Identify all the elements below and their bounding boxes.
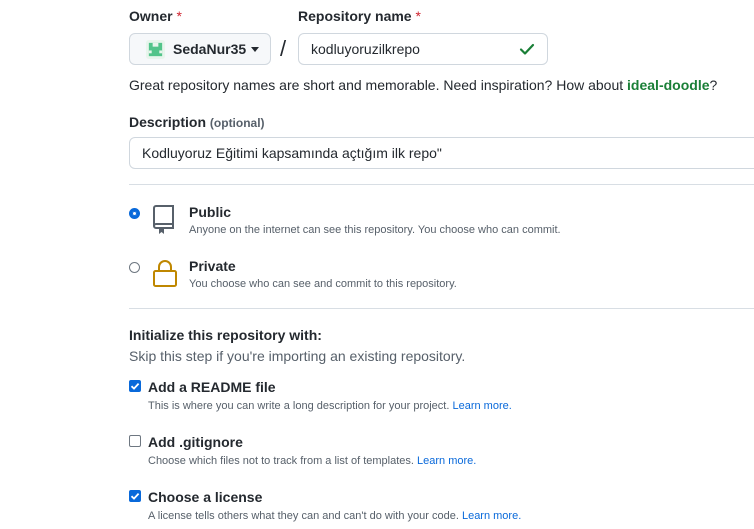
- private-radio[interactable]: [129, 262, 140, 273]
- license-checkbox[interactable]: [129, 490, 141, 502]
- gitignore-desc: Choose which files not to track from a l…: [148, 455, 476, 467]
- init-subtitle: Skip this step if you're importing an ex…: [129, 348, 466, 364]
- repo-name-value: kodluyoruzilkrepo: [311, 41, 420, 57]
- name-hint-end: ?: [709, 77, 718, 93]
- init-title: Initialize this repository with:: [129, 327, 322, 343]
- readme-checkbox[interactable]: [129, 380, 141, 392]
- public-radio[interactable]: [129, 208, 140, 219]
- owner-label: Owner *: [129, 8, 182, 24]
- lock-icon: [153, 260, 177, 287]
- gitignore-checkbox[interactable]: [129, 435, 141, 447]
- name-suggestion-link[interactable]: ideal-doodle: [627, 77, 709, 93]
- readme-desc: This is where you can write a long descr…: [148, 400, 512, 412]
- check-icon: [519, 43, 535, 55]
- name-hint: Great repository names are short and mem…: [129, 77, 717, 93]
- optional-tag: (optional): [209, 116, 265, 130]
- private-title: Private: [189, 258, 236, 274]
- divider: [129, 184, 754, 185]
- repo-name-label-text: Repository name: [298, 8, 412, 24]
- public-desc: Anyone on the internet can see this repo…: [189, 224, 561, 236]
- name-hint-text: Great repository names are short and mem…: [129, 77, 628, 93]
- readme-desc-text: This is where you can write a long descr…: [148, 400, 450, 412]
- avatar: [146, 39, 165, 59]
- license-learn-more-link[interactable]: Learn more.: [462, 510, 521, 522]
- owner-repo-separator: /: [280, 36, 287, 61]
- gitignore-desc-text: Choose which files not to track from a l…: [148, 455, 414, 467]
- check-icon: [130, 492, 140, 500]
- owner-name: SedaNur35: [173, 41, 247, 57]
- check-icon: [130, 382, 140, 390]
- repo-name-label: Repository name *: [298, 8, 421, 24]
- chevron-down-icon: [251, 46, 260, 52]
- description-input[interactable]: Kodluyoruz Eğitimi kapsamında açtığım il…: [129, 137, 754, 169]
- owner-select[interactable]: SedaNur35: [129, 33, 271, 65]
- owner-required-mark: *: [176, 8, 182, 24]
- gitignore-title: Add .gitignore: [148, 434, 243, 450]
- private-desc: You choose who can see and commit to thi…: [189, 278, 457, 290]
- license-desc-text: A license tells others what they can and…: [148, 510, 459, 522]
- description-label-text: Description: [129, 114, 207, 130]
- repo-name-required-mark: *: [415, 8, 421, 24]
- repo-icon: [153, 205, 174, 234]
- repo-name-input[interactable]: kodluyoruzilkrepo: [298, 33, 548, 65]
- readme-learn-more-link[interactable]: Learn more.: [452, 400, 511, 412]
- public-title: Public: [189, 204, 232, 220]
- owner-label-text: Owner: [129, 8, 173, 24]
- license-desc: A license tells others what they can and…: [148, 510, 521, 522]
- gitignore-learn-more-link[interactable]: Learn more.: [417, 455, 476, 467]
- readme-title: Add a README file: [148, 379, 276, 395]
- description-value: Kodluyoruz Eğitimi kapsamında açtığım il…: [142, 145, 442, 161]
- license-title: Choose a license: [148, 489, 263, 505]
- divider: [129, 308, 754, 309]
- description-label: Description (optional): [129, 114, 265, 130]
